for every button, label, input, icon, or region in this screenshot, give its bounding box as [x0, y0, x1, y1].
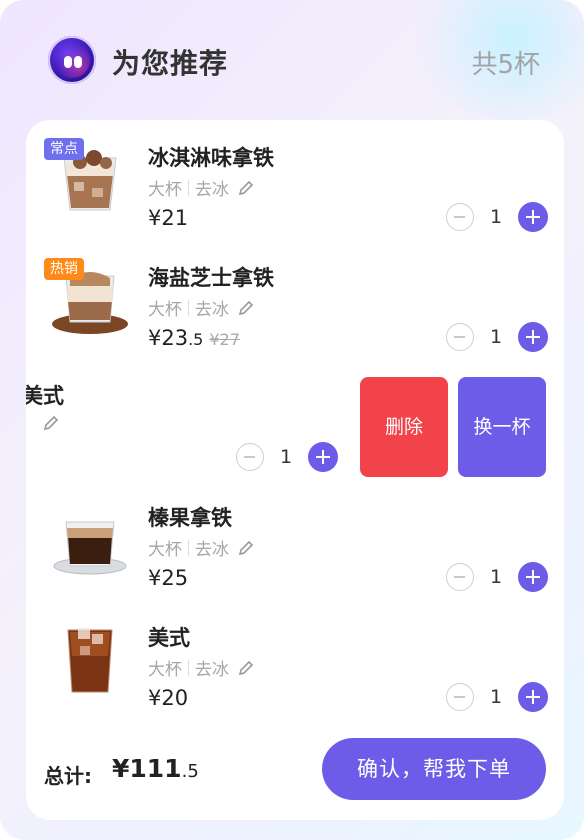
- plus-button[interactable]: [308, 442, 338, 472]
- plus-button[interactable]: [518, 562, 548, 592]
- product-name: 榛果拿铁: [148, 506, 232, 530]
- plus-button[interactable]: [518, 202, 548, 232]
- size-option: 大杯: [148, 540, 182, 560]
- page-title: 为您推荐: [112, 47, 229, 80]
- product-options[interactable]: 大杯 去冰: [148, 175, 255, 200]
- list-item[interactable]: 热销 海盐芝士拿铁 大杯 去冰 ¥23.5 ¥27 1: [26, 240, 564, 360]
- price: ¥23.5 ¥27: [148, 326, 240, 350]
- price: ¥21: [148, 206, 188, 230]
- pencil-icon[interactable]: [237, 179, 255, 197]
- quantity-value: 1: [489, 566, 503, 588]
- product-name: 冰淇淋味拿铁: [148, 146, 274, 170]
- recommend-panel: 为您推荐 共5杯 常点 冰淇淋味拿铁 大杯 去冰 ¥21 1 热销 海盐芝士拿铁…: [0, 0, 584, 840]
- hazelnut-latte-image: [53, 521, 127, 575]
- product-name: 美式: [26, 384, 64, 408]
- product-options[interactable]: 大杯 去冰: [148, 535, 255, 560]
- total-label: 总计:: [44, 764, 92, 788]
- plus-button[interactable]: [518, 682, 548, 712]
- product-options[interactable]: 大杯 去冰: [148, 295, 255, 320]
- minus-button[interactable]: [236, 443, 264, 471]
- americano-image: [67, 628, 113, 693]
- price-value: ¥25: [148, 566, 189, 590]
- swiped-content: 美式 1: [26, 360, 346, 480]
- confirm-order-button[interactable]: 确认，帮我下单: [322, 738, 546, 800]
- total-decimal: .5: [181, 761, 199, 782]
- list-item[interactable]: 美式 大杯 去冰 ¥20 1: [26, 600, 564, 720]
- quantity-stepper: 1: [446, 562, 548, 592]
- tag-badge: 热销: [44, 258, 84, 280]
- original-price: ¥27: [209, 330, 240, 349]
- quantity-value: 1: [489, 206, 503, 228]
- swap-drink-button[interactable]: 换一杯: [458, 377, 546, 477]
- order-footer: 总计: ¥111.5 确认，帮我下单: [26, 738, 564, 818]
- ice-option: 去冰: [195, 540, 229, 560]
- total-price: ¥111.5: [112, 754, 199, 783]
- minus-button[interactable]: [446, 683, 474, 711]
- list-item[interactable]: 榛果拿铁 大杯 去冰 ¥25 1: [26, 480, 564, 600]
- price: ¥20: [148, 686, 188, 710]
- minus-button[interactable]: [446, 323, 474, 351]
- size-option: 大杯: [148, 180, 182, 200]
- minus-button[interactable]: [446, 203, 474, 231]
- pencil-icon[interactable]: [237, 299, 255, 317]
- ice-option: 去冰: [195, 300, 229, 320]
- price-value: ¥20: [148, 686, 189, 710]
- plus-button[interactable]: [518, 322, 548, 352]
- tag-badge: 常点: [44, 138, 84, 160]
- delete-button[interactable]: 删除: [360, 377, 448, 477]
- cup-count: 共5杯: [471, 50, 540, 80]
- quantity-stepper: 1: [446, 202, 548, 232]
- price: ¥25: [148, 566, 188, 590]
- header: 为您推荐 共5杯: [0, 0, 584, 120]
- quantity-value: 1: [489, 686, 503, 708]
- list-item[interactable]: 常点 冰淇淋味拿铁 大杯 去冰 ¥21 1: [26, 120, 564, 240]
- minus-button[interactable]: [446, 563, 474, 591]
- price-value: ¥21: [148, 206, 189, 230]
- quantity-stepper: 1: [446, 682, 548, 712]
- quantity-value: 1: [489, 326, 503, 348]
- price-value: ¥23: [148, 326, 189, 350]
- ice-option: 去冰: [195, 660, 229, 680]
- quantity-stepper: 1: [446, 322, 548, 352]
- product-name: 美式: [148, 626, 190, 650]
- size-option: 大杯: [148, 660, 182, 680]
- size-option: 大杯: [148, 300, 182, 320]
- pencil-icon[interactable]: [237, 659, 255, 677]
- pencil-icon[interactable]: [42, 414, 60, 432]
- order-card: 常点 冰淇淋味拿铁 大杯 去冰 ¥21 1 热销 海盐芝士拿铁 大杯 去冰 ¥2…: [26, 120, 564, 820]
- product-name: 海盐芝士拿铁: [148, 266, 274, 290]
- assistant-avatar-icon: [48, 36, 96, 84]
- quantity-value: 1: [279, 446, 293, 468]
- price-decimal: .5: [188, 330, 204, 349]
- total-integer: ¥111: [112, 754, 182, 783]
- pencil-icon[interactable]: [237, 539, 255, 557]
- ice-option: 去冰: [195, 180, 229, 200]
- product-options[interactable]: 大杯 去冰: [148, 655, 255, 680]
- quantity-stepper: 1: [236, 442, 338, 472]
